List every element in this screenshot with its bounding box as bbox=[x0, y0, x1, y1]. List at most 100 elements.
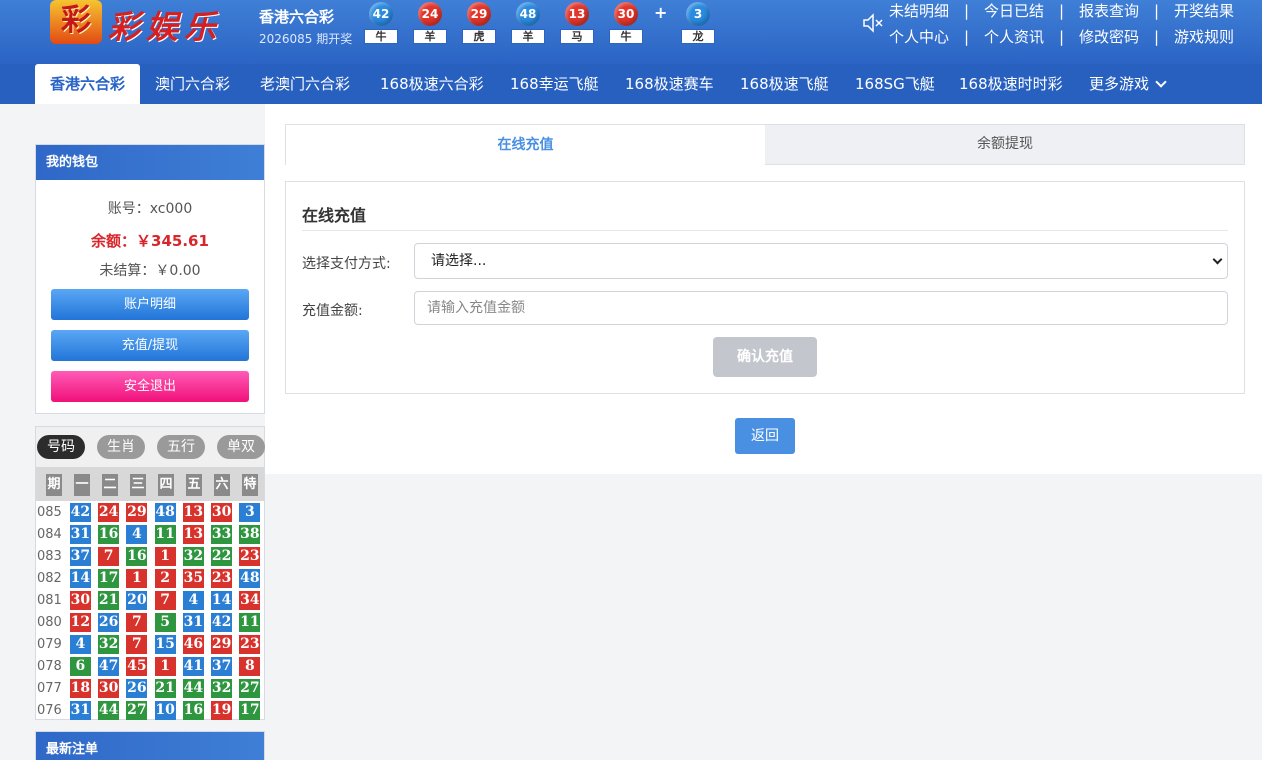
nav-tab-item[interactable]: 168极速飞艇 bbox=[725, 64, 844, 104]
history-column-header: 四 bbox=[152, 467, 180, 501]
history-number-cell: 42 bbox=[66, 502, 94, 522]
history-number: 33 bbox=[211, 524, 233, 544]
history-number-cell: 35 bbox=[179, 568, 207, 588]
history-number: 22 bbox=[211, 546, 233, 566]
back-button[interactable]: 返回 bbox=[735, 418, 795, 454]
history-number-cell: 31 bbox=[179, 612, 207, 632]
history-number-cell: 20 bbox=[123, 590, 151, 610]
history-number: 27 bbox=[239, 678, 261, 698]
recharge-withdraw-button[interactable]: 充值/提现 bbox=[51, 330, 249, 361]
history-number-cell: 2 bbox=[151, 568, 179, 588]
history-number: 12 bbox=[69, 612, 91, 632]
history-tab[interactable]: 五行 bbox=[157, 435, 205, 459]
nav-tab-item[interactable]: 168极速六合彩 bbox=[365, 64, 499, 104]
top-link[interactable]: 修改密码 bbox=[1079, 26, 1139, 52]
draw-ball: 24 bbox=[418, 2, 442, 26]
nav-tab-item[interactable]: 澳门六合彩 bbox=[140, 64, 245, 104]
payment-method-select[interactable]: 请选择... bbox=[414, 243, 1228, 279]
history-number: 47 bbox=[98, 656, 120, 676]
top-link[interactable]: 个人资讯 bbox=[984, 26, 1044, 52]
plus-sign: + bbox=[654, 3, 668, 22]
confirm-recharge-button[interactable]: 确认充值 bbox=[713, 337, 817, 377]
history-number-cell: 5 bbox=[151, 612, 179, 632]
top-link[interactable]: 开奖结果 bbox=[1174, 0, 1234, 26]
history-tab[interactable]: 号码 bbox=[37, 435, 85, 459]
draw-zodiac: 羊 bbox=[413, 29, 447, 44]
history-number-cell: 1 bbox=[123, 568, 151, 588]
history-tab[interactable]: 单双 bbox=[217, 435, 265, 459]
account-name: 账号：xc000 bbox=[107, 201, 193, 217]
history-number: 21 bbox=[154, 678, 176, 698]
logo[interactable]: 彩 彩娱乐 bbox=[50, 0, 230, 46]
history-number-cell: 14 bbox=[66, 568, 94, 588]
history-number: 7 bbox=[126, 634, 148, 654]
nav-tab-item[interactable]: 香港六合彩 bbox=[35, 64, 141, 104]
nav-tab-item[interactable]: 168极速时时彩 bbox=[944, 64, 1078, 104]
top-link[interactable]: 个人中心 bbox=[889, 26, 949, 52]
tab-withdraw[interactable]: 余额提现 bbox=[765, 124, 1245, 165]
history-column-header: 期 bbox=[40, 467, 68, 501]
nav-tab-item[interactable]: 更多游戏 bbox=[1074, 64, 1180, 104]
top-link[interactable]: 未结明细 bbox=[889, 0, 949, 26]
link-separator: | bbox=[1058, 2, 1065, 20]
history-period: 077 bbox=[37, 680, 62, 696]
history-number-cell: 37 bbox=[66, 546, 94, 566]
history-number: 1 bbox=[126, 568, 148, 588]
history-number-cell: 29 bbox=[207, 634, 235, 654]
amount-input[interactable]: 请输入充值金额 bbox=[414, 291, 1228, 325]
history-number-cell: 16 bbox=[94, 524, 122, 544]
history-number: 4 bbox=[69, 634, 91, 654]
nav-tab-item[interactable]: 老澳门六合彩 bbox=[245, 64, 365, 104]
history-number: 26 bbox=[98, 612, 120, 632]
history-number-cell: 11 bbox=[151, 524, 179, 544]
nav-tab-item[interactable]: 168幸运飞艇 bbox=[495, 64, 614, 104]
history-number-cell: 48 bbox=[236, 568, 264, 588]
history-number: 16 bbox=[98, 524, 120, 544]
draw-history-panel: 号码 生肖 五行 单双 期一二三四五六特 085 42 24 29 48 13 30 3 084 31 1… bbox=[35, 426, 265, 720]
history-row: 081 30 21 20 7 4 14 34 bbox=[36, 589, 264, 611]
top-link[interactable]: 报表查询 bbox=[1079, 0, 1139, 26]
history-number: 32 bbox=[182, 546, 204, 566]
history-row: 077 18 30 26 21 44 32 27 bbox=[36, 677, 264, 699]
history-number-cell: 15 bbox=[151, 634, 179, 654]
top-link[interactable]: 今日已结 bbox=[984, 0, 1044, 26]
history-number: 35 bbox=[182, 568, 204, 588]
history-number-cell: 13 bbox=[179, 524, 207, 544]
nav-tab-label: 澳门六合彩 bbox=[155, 75, 231, 93]
amount-label: 充值金额: bbox=[302, 303, 363, 319]
special-ball-group: 3龙 bbox=[680, 2, 716, 44]
draw-ball: 48 bbox=[516, 2, 540, 26]
history-number: 48 bbox=[239, 568, 261, 588]
draw-ball: 29 bbox=[467, 2, 491, 26]
nav-tab-label: 168极速六合彩 bbox=[380, 75, 484, 93]
draw-zodiac: 虎 bbox=[462, 29, 496, 44]
logout-button[interactable]: 安全退出 bbox=[51, 371, 249, 402]
history-number: 42 bbox=[69, 502, 91, 522]
history-tab[interactable]: 生肖 bbox=[97, 435, 145, 459]
top-link[interactable]: 游戏规则 bbox=[1174, 26, 1234, 52]
nav-tab-item[interactable]: 168SG飞艇 bbox=[840, 64, 950, 104]
history-number: 15 bbox=[154, 634, 176, 654]
history-number-cell: 7 bbox=[94, 546, 122, 566]
tab-online-recharge[interactable]: 在线充值 bbox=[285, 124, 765, 165]
history-row: 076 31 44 27 10 16 19 17 bbox=[36, 699, 264, 721]
history-column-header: 二 bbox=[96, 467, 124, 501]
special-ball: 3 bbox=[686, 2, 710, 26]
draw-zodiac: 羊 bbox=[511, 29, 545, 44]
history-table: 085 42 24 29 48 13 30 3 084 31 16 4 11 13 33 38 083 37 7 16… bbox=[36, 501, 264, 721]
history-number: 34 bbox=[239, 590, 261, 610]
chevron-down-icon bbox=[1155, 76, 1167, 88]
history-number: 23 bbox=[211, 568, 233, 588]
sound-mute-icon[interactable] bbox=[862, 12, 884, 34]
account-details-button[interactable]: 账户明细 bbox=[51, 289, 249, 320]
history-number-cell: 27 bbox=[123, 700, 151, 720]
draw-zodiac: 马 bbox=[560, 29, 594, 44]
history-period: 082 bbox=[37, 570, 62, 586]
history-number-cell: 26 bbox=[123, 678, 151, 698]
history-number-cell: 32 bbox=[179, 546, 207, 566]
nav-tab-item[interactable]: 168极速赛车 bbox=[610, 64, 729, 104]
logo-badge: 彩 bbox=[50, 0, 102, 44]
history-number-cell: 4 bbox=[123, 524, 151, 544]
history-number: 7 bbox=[154, 590, 176, 610]
game-nav-bar: 香港六合彩 澳门六合彩 老澳门六合彩 168极速六合彩 168幸运飞艇 168极速赛车 16… bbox=[0, 64, 1262, 104]
